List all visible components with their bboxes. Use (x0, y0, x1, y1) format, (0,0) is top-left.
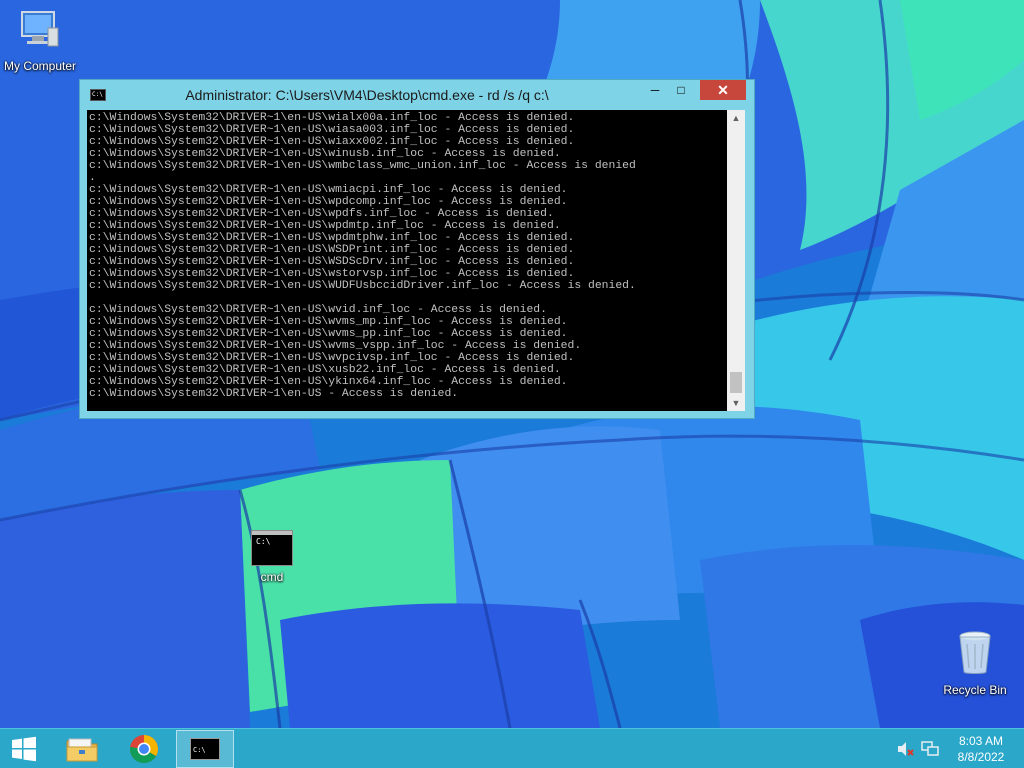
taskbar-clock[interactable]: 8:03 AM 8/8/2022 (948, 733, 1014, 765)
volume-muted-icon[interactable] (896, 730, 916, 768)
recycle-bin-icon (959, 631, 991, 674)
cmd-window-icon[interactable]: C:\ (90, 89, 106, 101)
clock-date: 8/8/2022 (957, 750, 1005, 764)
window-title: Administrator: C:\Users\VM4\Desktop\cmd.… (185, 87, 549, 103)
minimize-button[interactable]: ─ (642, 80, 668, 100)
computer-icon (21, 11, 59, 47)
cmd-window-icon-text: C:\ (92, 91, 103, 98)
cmd-shortcut-icon: C:\ (251, 530, 293, 566)
desktop-icon-label: cmd (260, 570, 284, 584)
clock-time: 8:03 AM (958, 734, 1004, 748)
desktop-icon-my-computer[interactable]: My Computer (0, 8, 80, 73)
desktop-icon-recycle-bin[interactable]: Recycle Bin (935, 630, 1015, 697)
folder-icon (66, 738, 98, 762)
network-icon[interactable] (920, 730, 940, 768)
speaker-icon (898, 742, 914, 756)
desktop-icon-label: Recycle Bin (943, 683, 1007, 697)
cmd-window[interactable]: C:\ Administrator: C:\Users\VM4\Desktop\… (79, 79, 755, 419)
desktop: My Computer C:\ cmd Recycle Bin C:\ Admi… (0, 0, 1024, 728)
maximize-button[interactable]: □ (668, 80, 694, 100)
console-output-area[interactable]: c:\Windows\System32\DRIVER~1\en-US\wialx… (87, 110, 727, 411)
close-button[interactable]: ✕ (700, 80, 746, 100)
chrome-taskbar-button[interactable] (118, 730, 170, 768)
start-button[interactable] (0, 730, 48, 768)
cmd-taskbar-icon-text: C:\ (193, 746, 206, 754)
vertical-scrollbar[interactable]: ▲ ▼ (727, 110, 745, 411)
cmd-taskbar-button[interactable]: C:\ (176, 730, 234, 768)
desktop-icon-cmd[interactable]: C:\ cmd (232, 530, 312, 584)
taskbar: C:\ 8:03 AM 8/8/2022 (0, 728, 1024, 768)
desktop-icon-label: My Computer (3, 59, 77, 73)
console-output-text: c:\Windows\System32\DRIVER~1\en-US\wialx… (89, 112, 636, 400)
window-titlebar[interactable]: C:\ Administrator: C:\Users\VM4\Desktop\… (80, 80, 754, 110)
network-monitor-icon (921, 741, 939, 756)
windows-logo-icon (12, 736, 36, 762)
scroll-down-button[interactable]: ▼ (727, 395, 745, 411)
cmd-taskbar-icon: C:\ (190, 738, 220, 760)
cmd-shortcut-icon-text: C:\ (256, 537, 271, 546)
chrome-icon (130, 735, 158, 763)
scroll-up-button[interactable]: ▲ (727, 110, 745, 126)
scrollbar-thumb[interactable] (730, 372, 742, 393)
file-explorer-taskbar-button[interactable] (58, 730, 106, 768)
